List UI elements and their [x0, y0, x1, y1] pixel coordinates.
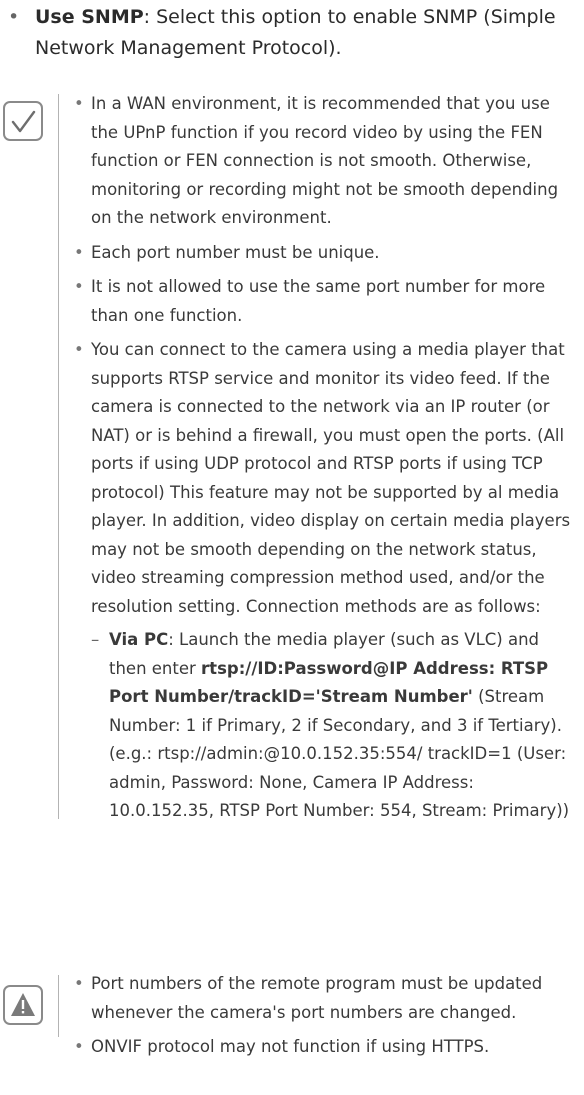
via-pc-label: Via PC: [109, 630, 169, 649]
checkmark-icon: [11, 110, 36, 133]
via-pc-example: (Stream Number: 1 if Primary, 2 if Secon…: [109, 687, 570, 820]
warnings-list: • Port numbers of the remote program mus…: [74, 970, 574, 1068]
via-pc-item: – Via PC: Launch the media player (such …: [91, 626, 574, 826]
warning-triangle-icon: [11, 993, 35, 1016]
manual-page: • Use SNMP: Select this option to enable…: [0, 0, 584, 1095]
warning-divider: [58, 975, 59, 1037]
use-snmp-label: Use SNMP: [35, 6, 144, 28]
note-item-same-port: • It is not allowed to use the same port…: [74, 273, 574, 330]
bullet: •: [74, 277, 84, 296]
warning-text: Port numbers of the remote program must …: [91, 974, 543, 1022]
note-item-unique-port: • Each port number must be unique.: [74, 239, 574, 268]
warning-item-port-update: • Port numbers of the remote program mus…: [74, 970, 574, 1027]
bullet: •: [74, 974, 84, 993]
bullet: •: [74, 340, 84, 359]
use-snmp-item: • Use SNMP: Select this option to enable…: [8, 2, 576, 64]
bullet: •: [74, 242, 84, 262]
note-text: Each port number must be unique.: [91, 242, 380, 262]
warning-box: [3, 985, 43, 1025]
note-text: It is not allowed to use the same port n…: [91, 277, 546, 325]
note-box: [3, 101, 43, 141]
notes-list: • In a WAN environment, it is recommende…: [74, 90, 574, 832]
bullet: •: [74, 94, 84, 113]
note-item-wan: • In a WAN environment, it is recommende…: [74, 90, 574, 233]
warning-item-onvif: • ONVIF protocol may not function if usi…: [74, 1033, 574, 1062]
dash: –: [91, 630, 100, 649]
bullet: •: [8, 6, 20, 28]
note-item-rtsp: • You can connect to the camera using a …: [74, 336, 574, 826]
bullet: •: [74, 1037, 84, 1056]
note-divider: [58, 94, 59, 819]
note-text: You can connect to the camera using a me…: [91, 340, 571, 616]
note-text: In a WAN environment, it is recommended …: [91, 94, 559, 227]
warning-text: ONVIF protocol may not function if using…: [91, 1037, 490, 1056]
